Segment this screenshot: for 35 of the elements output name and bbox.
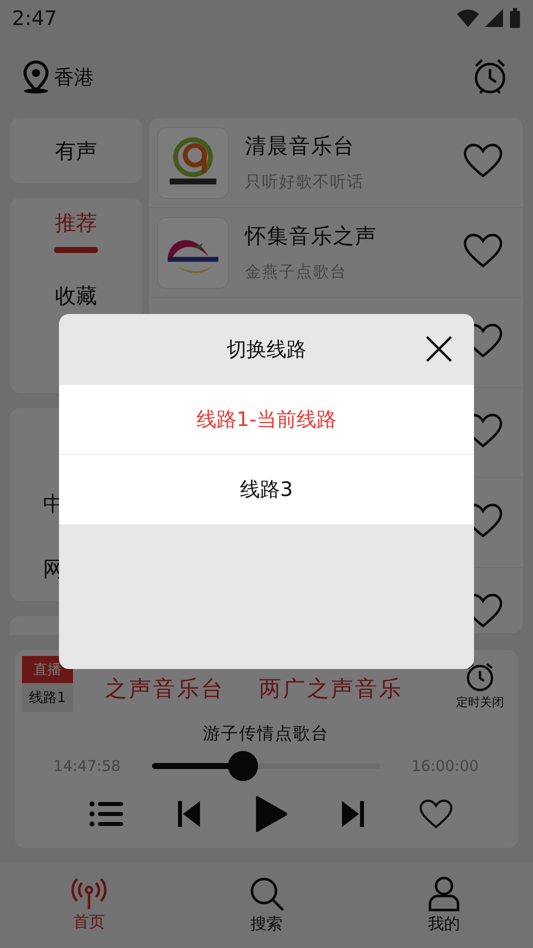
station-name[interactable]: 怀集音乐之声: [245, 222, 447, 250]
route-option[interactable]: 线路3: [59, 455, 474, 525]
battery-icon: [509, 8, 521, 28]
program-title: 游子传情点歌台: [203, 723, 329, 745]
nav-tab[interactable]: 我的: [355, 862, 533, 948]
status-time: 2:47: [12, 6, 57, 30]
search-icon: [248, 876, 284, 912]
nav-tab[interactable]: 搜索: [178, 862, 356, 948]
dialog-title: 切换线路: [226, 336, 306, 363]
route-option[interactable]: 线路1-当前线路: [59, 385, 474, 455]
category-tab[interactable]: 收藏: [10, 263, 142, 328]
next-icon[interactable]: [342, 801, 364, 827]
alarm-clock-icon[interactable]: [473, 58, 507, 96]
nav-tab[interactable]: 首页: [0, 862, 178, 948]
category-tab[interactable]: 推荐: [10, 198, 142, 263]
user-icon: [428, 876, 460, 912]
play-icon[interactable]: [254, 795, 287, 833]
location-label[interactable]: 香港: [54, 64, 94, 90]
station-logo-icon: [157, 216, 229, 288]
scrolling-title: 之声音乐台: [105, 676, 225, 704]
progress-slider[interactable]: [152, 751, 380, 781]
radio-icon: [70, 878, 108, 910]
alarm-clock-icon: [465, 662, 495, 692]
close-icon[interactable]: [424, 334, 454, 364]
scrolling-title: 两广之声音乐: [259, 676, 403, 704]
location-pin-icon[interactable]: [22, 60, 50, 94]
sleep-timer-button[interactable]: 定时关闭: [450, 656, 510, 712]
category-tab[interactable]: 有声: [10, 118, 142, 183]
wifi-icon: [457, 9, 479, 27]
station-logo-icon: [157, 126, 229, 198]
signal-icon: [485, 9, 503, 27]
line-badge[interactable]: 线路1: [22, 683, 73, 712]
previous-icon[interactable]: [178, 801, 200, 827]
station-name[interactable]: 清晨音乐台: [245, 132, 447, 160]
playlist-icon[interactable]: [89, 801, 124, 827]
